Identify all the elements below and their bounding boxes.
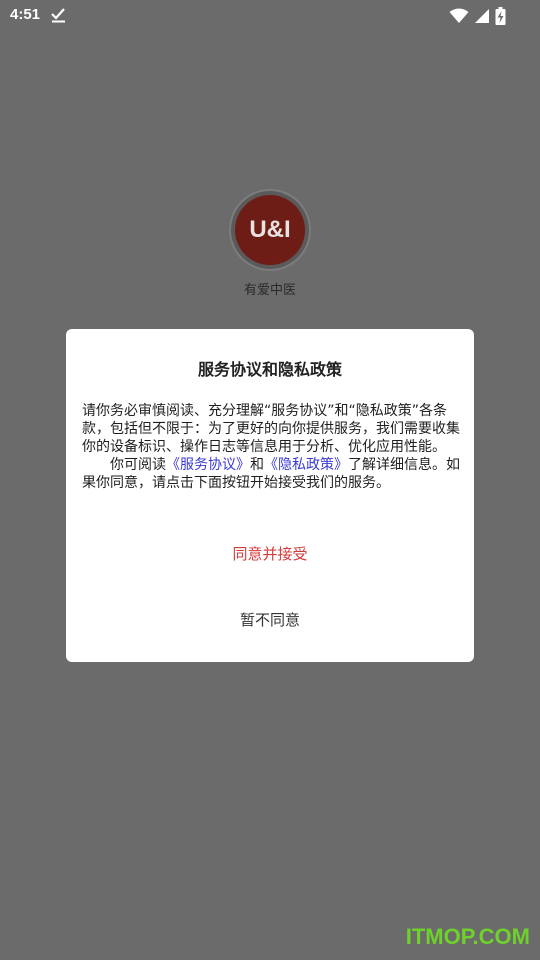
dialog-body-paragraph-1: 请你务必审慎阅读、充分理解“服务协议”和“隐私政策”各条款，包括但不限于：为了更… [82,403,460,455]
app-logo-frame: U&I [231,191,309,269]
cell-signal-icon [475,9,489,23]
and-text: 和 [250,457,264,473]
status-icons [449,7,506,25]
wifi-icon [449,8,469,23]
battery-charging-icon [495,7,506,25]
privacy-policy-link[interactable]: 《隐私政策》 [264,457,348,473]
watermark: ITMOP.COM [405,924,530,949]
download-done-icon [51,8,65,23]
decline-button[interactable]: 暂不同意 [66,606,474,632]
service-agreement-link[interactable]: 《服务协议》 [166,457,250,473]
app-logo: U&I [235,195,305,265]
dialog-title: 服务协议和隐私政策 [197,360,342,379]
dialog-body-paragraph-2: 你可阅读《服务协议》和《隐私政策》了解详细信息。如果你同意，请点击下面按钮开始接… [82,456,460,492]
app-name: 有爱中医 [243,283,296,298]
agree-button[interactable]: 同意并接受 [66,540,474,566]
body-p2-prefix: 你可阅读 [110,457,166,473]
status-time: 4:51 [10,6,41,23]
dialog-body: 请你务必审慎阅读、充分理解“服务协议”和“隐私政策”各条款，包括但不限于：为了更… [82,402,460,492]
status-bar: 4:51 [0,0,540,32]
